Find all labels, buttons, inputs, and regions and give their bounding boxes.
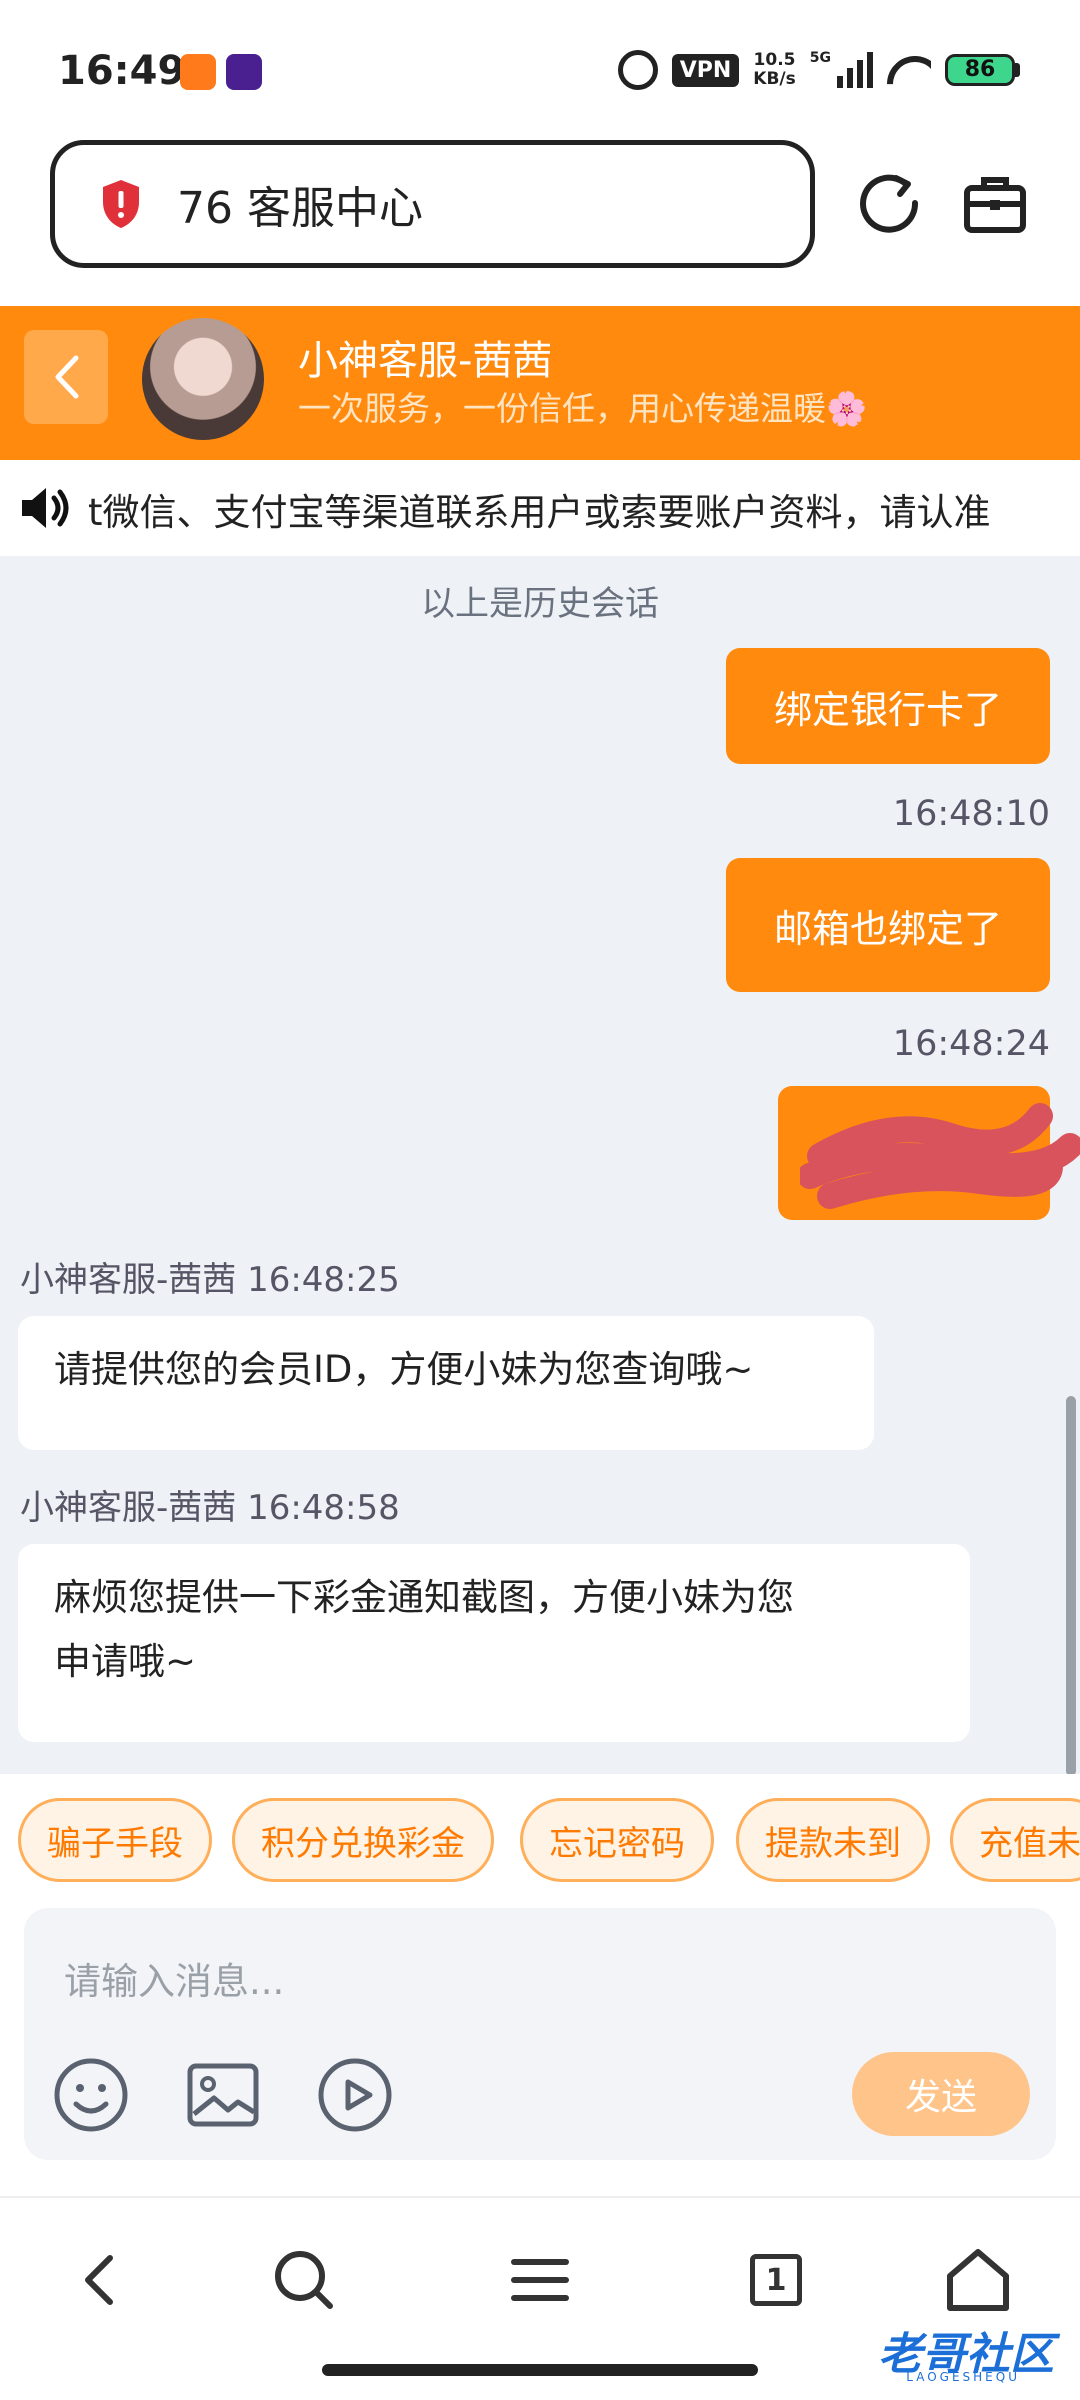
- video-icon[interactable]: [316, 2056, 394, 2134]
- agent-avatar: [142, 318, 264, 440]
- message-bubble-outgoing[interactable]: 绑定银行卡了: [726, 648, 1050, 764]
- tabs-button[interactable]: 1: [740, 2244, 812, 2316]
- chat-messages[interactable]: 以上是历史会话 绑定银行卡了 16:48:10 邮箱也绑定了 16:48:24 …: [0, 556, 1080, 1774]
- back-icon[interactable]: [66, 2244, 138, 2316]
- message-input[interactable]: [64, 1946, 964, 2016]
- image-icon[interactable]: [184, 2056, 262, 2134]
- redaction-scribble: [800, 1103, 1080, 1209]
- refresh-icon[interactable]: [856, 170, 922, 236]
- back-button[interactable]: [24, 330, 108, 424]
- send-button[interactable]: 发送: [852, 2052, 1030, 2136]
- history-divider: 以上是历史会话: [421, 584, 659, 624]
- message-text-line: 麻烦您提供一下彩金通知截图，方便小妹为您: [54, 1576, 794, 1619]
- message-timestamp: 16:48:10: [892, 794, 1050, 834]
- chat-header: 小神客服-茜茜 一次服务，一份信任，用心传递温暖🌸: [0, 306, 1080, 460]
- emoji-icon[interactable]: [52, 2056, 130, 2134]
- tab-count: 1: [750, 2254, 802, 2306]
- sender-label: 小神客服-茜茜 16:48:58: [20, 1488, 400, 1528]
- notice-bar: t微信、支付宝等渠道联系用户或索要账户资料，请认准: [0, 460, 1080, 556]
- watermark-subtext: LAOGESHEQU: [906, 2370, 1020, 2384]
- chip-withdrawal-missing[interactable]: 提款未到: [736, 1798, 930, 1882]
- scrollbar[interactable]: [1066, 1396, 1076, 1774]
- status-time: 16:49: [58, 48, 186, 94]
- message-bubble-outgoing[interactable]: 邮箱也绑定了: [726, 858, 1050, 992]
- speaker-icon: [22, 488, 69, 528]
- network-type: 5G: [809, 50, 831, 66]
- message-bubble-incoming[interactable]: 麻烦您提供一下彩金通知截图，方便小妹为您 申请哦~: [18, 1544, 970, 1742]
- network-speed: 10.5 KB/s: [753, 51, 795, 89]
- status-bar: 16:49 VPN 10.5 KB/s 5G 86: [0, 0, 1080, 130]
- home-icon[interactable]: [942, 2244, 1014, 2316]
- search-icon[interactable]: [268, 2244, 340, 2316]
- address-bar[interactable]: 76 客服中心: [50, 140, 815, 268]
- chip-forgot-password[interactable]: 忘记密码: [520, 1798, 714, 1882]
- battery-icon: 86: [945, 54, 1020, 86]
- message-text-line: 申请哦~: [54, 1640, 197, 1683]
- wifi-icon: [887, 54, 931, 86]
- chip-deposit-missing[interactable]: 充值未: [950, 1798, 1080, 1882]
- message-text: 邮箱也绑定了: [773, 906, 1002, 951]
- chevron-left-icon: [55, 355, 79, 399]
- notice-text: t微信、支付宝等渠道联系用户或索要账户资料，请认准: [88, 491, 991, 534]
- agent-slogan: 一次服务，一份信任，用心传递温暖🌸: [298, 389, 868, 428]
- chip-points-exchange[interactable]: 积分兑换彩金: [232, 1798, 494, 1882]
- chip-scam-methods[interactable]: 骗子手段: [18, 1798, 212, 1882]
- alarm-icon: [617, 50, 658, 90]
- agent-name: 小神客服-茜茜: [298, 338, 553, 384]
- message-bubble-incoming[interactable]: 请提供您的会员ID，方便小妹为您查询哦~: [18, 1316, 874, 1450]
- sender-label: 小神客服-茜茜 16:48:25: [20, 1260, 400, 1300]
- quick-reply-chips: 骗子手段 积分兑换彩金 忘记密码 提款未到 充值未: [0, 1774, 1080, 1916]
- status-indicators: VPN 10.5 KB/s 5G 86: [617, 48, 1020, 92]
- toolbox-icon[interactable]: [962, 170, 1028, 236]
- network-speed-unit: KB/s: [753, 69, 796, 89]
- notification-app-icon: [180, 54, 216, 90]
- battery-level: 86: [945, 54, 1015, 86]
- page-title: 76 客服中心: [177, 183, 423, 234]
- message-text: 请提供您的会员ID，方便小妹为您查询哦~: [54, 1348, 754, 1391]
- home-indicator[interactable]: [322, 2364, 758, 2376]
- message-composer: 发送: [24, 1908, 1056, 2160]
- notification-app-icon-2: [226, 54, 262, 90]
- message-timestamp: 16:48:24: [892, 1024, 1050, 1064]
- vpn-badge: VPN: [671, 53, 740, 87]
- menu-icon[interactable]: [504, 2244, 576, 2316]
- signal-icon: [837, 52, 873, 88]
- message-text: 绑定银行卡了: [773, 687, 1002, 732]
- shield-icon: [103, 180, 139, 228]
- network-speed-value: 10.5: [753, 50, 796, 70]
